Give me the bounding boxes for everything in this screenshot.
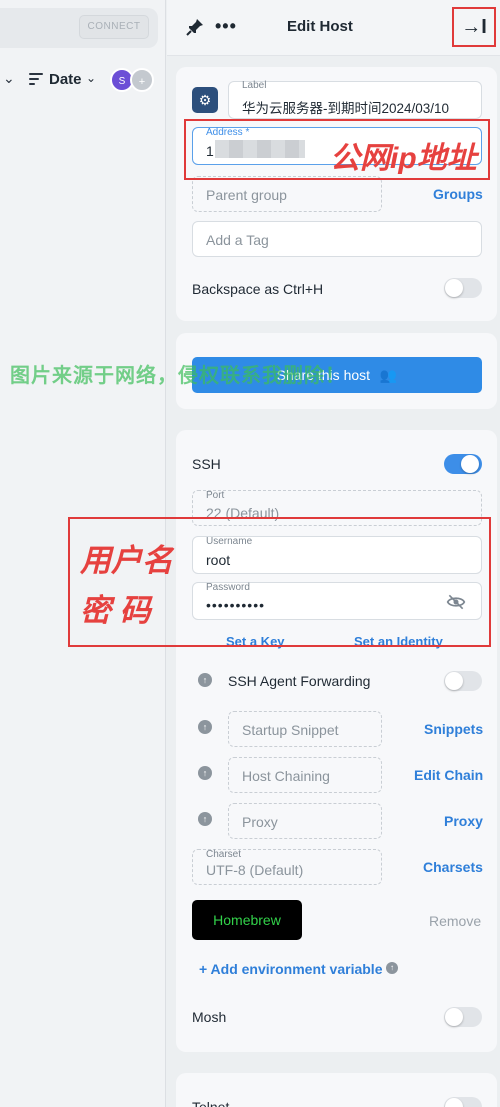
- connect-button[interactable]: CONNECT: [79, 15, 149, 39]
- more-icon[interactable]: •••: [215, 16, 237, 37]
- info-icon: ↑: [386, 962, 398, 974]
- general-card: ⚙ Label 华为云服务器-到期时间2024/03/10 Address * …: [176, 67, 497, 321]
- telnet-toggle[interactable]: [444, 1097, 482, 1107]
- watermark-text: 图片来源于网络，侵权联系我删除！: [10, 365, 346, 387]
- info-icon: ↑: [198, 766, 212, 780]
- parent-group-placeholder: Parent group: [206, 187, 287, 203]
- snippets-link[interactable]: Snippets: [424, 721, 483, 737]
- close-panel-button[interactable]: →I: [452, 7, 496, 47]
- label-value: 华为云服务器-到期时间2024/03/10: [242, 101, 450, 116]
- credentials-annotation-password: 密 码: [80, 593, 151, 628]
- info-icon: ↑: [198, 720, 212, 734]
- tag-field[interactable]: Add a Tag: [192, 221, 482, 257]
- sort-icon[interactable]: [29, 73, 43, 85]
- sort-label[interactable]: Date: [49, 71, 82, 88]
- telnet-card: Telnet: [176, 1073, 497, 1107]
- address-annotation-text: 公网ip地址: [330, 142, 477, 175]
- charsets-link[interactable]: Charsets: [423, 859, 483, 875]
- proxy-placeholder: Proxy: [242, 814, 278, 830]
- panel-header: ••• Edit Host →I: [167, 0, 500, 56]
- backspace-toggle[interactable]: [444, 278, 482, 298]
- add-env-variable-link[interactable]: + Add environment variable: [199, 961, 382, 977]
- chevron-down-icon[interactable]: ⌄: [86, 71, 96, 85]
- remove-button[interactable]: Remove: [429, 913, 481, 929]
- tag-placeholder: Add a Tag: [206, 232, 269, 248]
- port-caption: Port: [206, 490, 225, 501]
- parent-group-field[interactable]: Parent group: [192, 176, 382, 212]
- mosh-toggle[interactable]: [444, 1007, 482, 1027]
- telnet-title: Telnet: [192, 1099, 230, 1107]
- charset-caption: Charset: [206, 849, 242, 860]
- host-chaining-placeholder: Host Chaining: [242, 768, 330, 784]
- charset-field[interactable]: Charset UTF-8 (Default): [192, 849, 382, 885]
- label-caption: Label: [242, 80, 267, 91]
- agent-forwarding-label: SSH Agent Forwarding: [228, 673, 371, 689]
- backspace-label: Backspace as Ctrl+H: [192, 281, 324, 297]
- users-icon: 👥: [379, 367, 398, 383]
- credentials-annotation-username: 用户名: [80, 543, 173, 578]
- ssh-toggle[interactable]: [444, 454, 482, 474]
- groups-link[interactable]: Groups: [433, 186, 483, 202]
- charset-value: UTF-8 (Default): [206, 862, 304, 878]
- homebrew-label: Homebrew: [213, 912, 281, 928]
- info-icon: ↑: [198, 812, 212, 826]
- agent-forwarding-toggle[interactable]: [444, 671, 482, 691]
- host-icon[interactable]: ⚙: [192, 87, 218, 113]
- add-member-icon[interactable]: +: [130, 68, 154, 92]
- host-chaining-field[interactable]: Host Chaining: [228, 757, 382, 793]
- startup-snippet-placeholder: Startup Snippet: [242, 722, 339, 738]
- label-field[interactable]: Label 华为云服务器-到期时间2024/03/10: [228, 80, 482, 119]
- info-icon: ↑: [198, 673, 212, 687]
- homebrew-button[interactable]: Homebrew: [192, 900, 302, 940]
- startup-snippet-field[interactable]: Startup Snippet: [228, 711, 382, 747]
- page-title: Edit Host: [287, 18, 353, 35]
- edit-chain-link[interactable]: Edit Chain: [414, 767, 483, 783]
- proxy-field[interactable]: Proxy: [228, 803, 382, 839]
- proxy-link[interactable]: Proxy: [444, 813, 483, 829]
- ssh-title: SSH: [192, 456, 221, 472]
- mosh-label: Mosh: [192, 1009, 227, 1025]
- pin-icon[interactable]: [185, 17, 205, 37]
- chevron-down-icon[interactable]: ⌄: [3, 70, 15, 87]
